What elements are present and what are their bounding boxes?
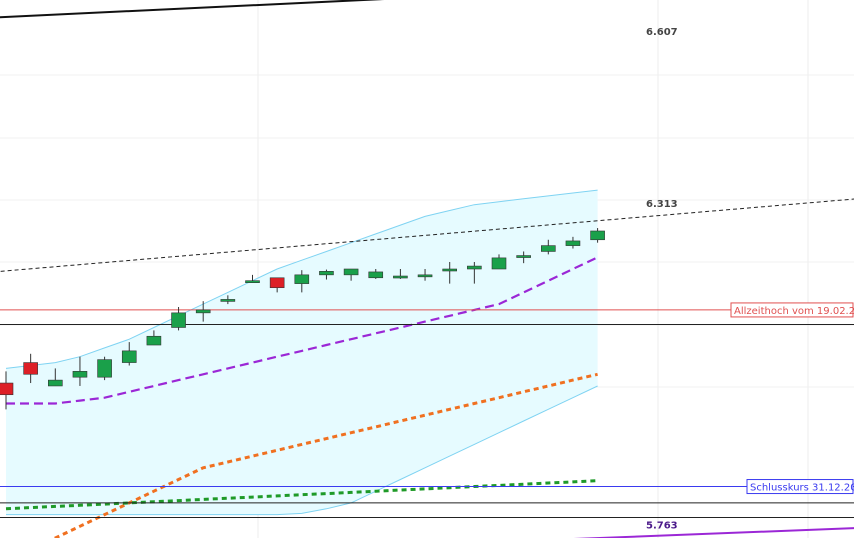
candle-down: [269, 277, 285, 289]
value-labels: 6.607 6.313 5.763: [646, 27, 678, 532]
candle-up: [417, 274, 433, 278]
candle-up: [220, 299, 236, 302]
candlestick-chart: Allzeithoch vom 19.02.2025 / Schlusskurs …: [0, 0, 854, 538]
candle-up: [442, 268, 458, 272]
candle-up: [146, 335, 162, 346]
trend-upper: [0, 0, 385, 19]
candle-up: [368, 271, 384, 279]
close-2024-line-label: Schlusskurs 31.12.2024 -: [750, 483, 854, 494]
candle-up: [516, 255, 531, 258]
candle-up: [393, 275, 408, 279]
bollinger-fill: [6, 190, 598, 515]
bollinger-band: [5, 189, 598, 516]
candle-up: [590, 230, 605, 241]
candle-up: [294, 274, 310, 284]
candle-up: [47, 379, 63, 387]
candle-up: [491, 257, 507, 270]
candle-up: [121, 350, 137, 363]
candle-up: [343, 268, 359, 276]
candle-down: [0, 382, 14, 396]
candle-up: [540, 245, 556, 252]
value-label: 6.607: [646, 27, 678, 38]
candle-up: [467, 265, 482, 270]
value-label: 5.763: [646, 521, 678, 532]
candle-up: [319, 271, 334, 276]
candle-up: [245, 280, 260, 283]
candle-down: [23, 362, 38, 375]
candle-up: [72, 371, 88, 378]
candle-up: [195, 309, 211, 314]
candle-up: [565, 240, 581, 246]
candle-up: [171, 312, 186, 328]
candle-up: [97, 359, 112, 378]
ath-line-label: Allzeithoch vom 19.02.2025 /: [734, 306, 854, 317]
value-label: 6.313: [646, 199, 678, 210]
trend-lower: [573, 527, 854, 538]
